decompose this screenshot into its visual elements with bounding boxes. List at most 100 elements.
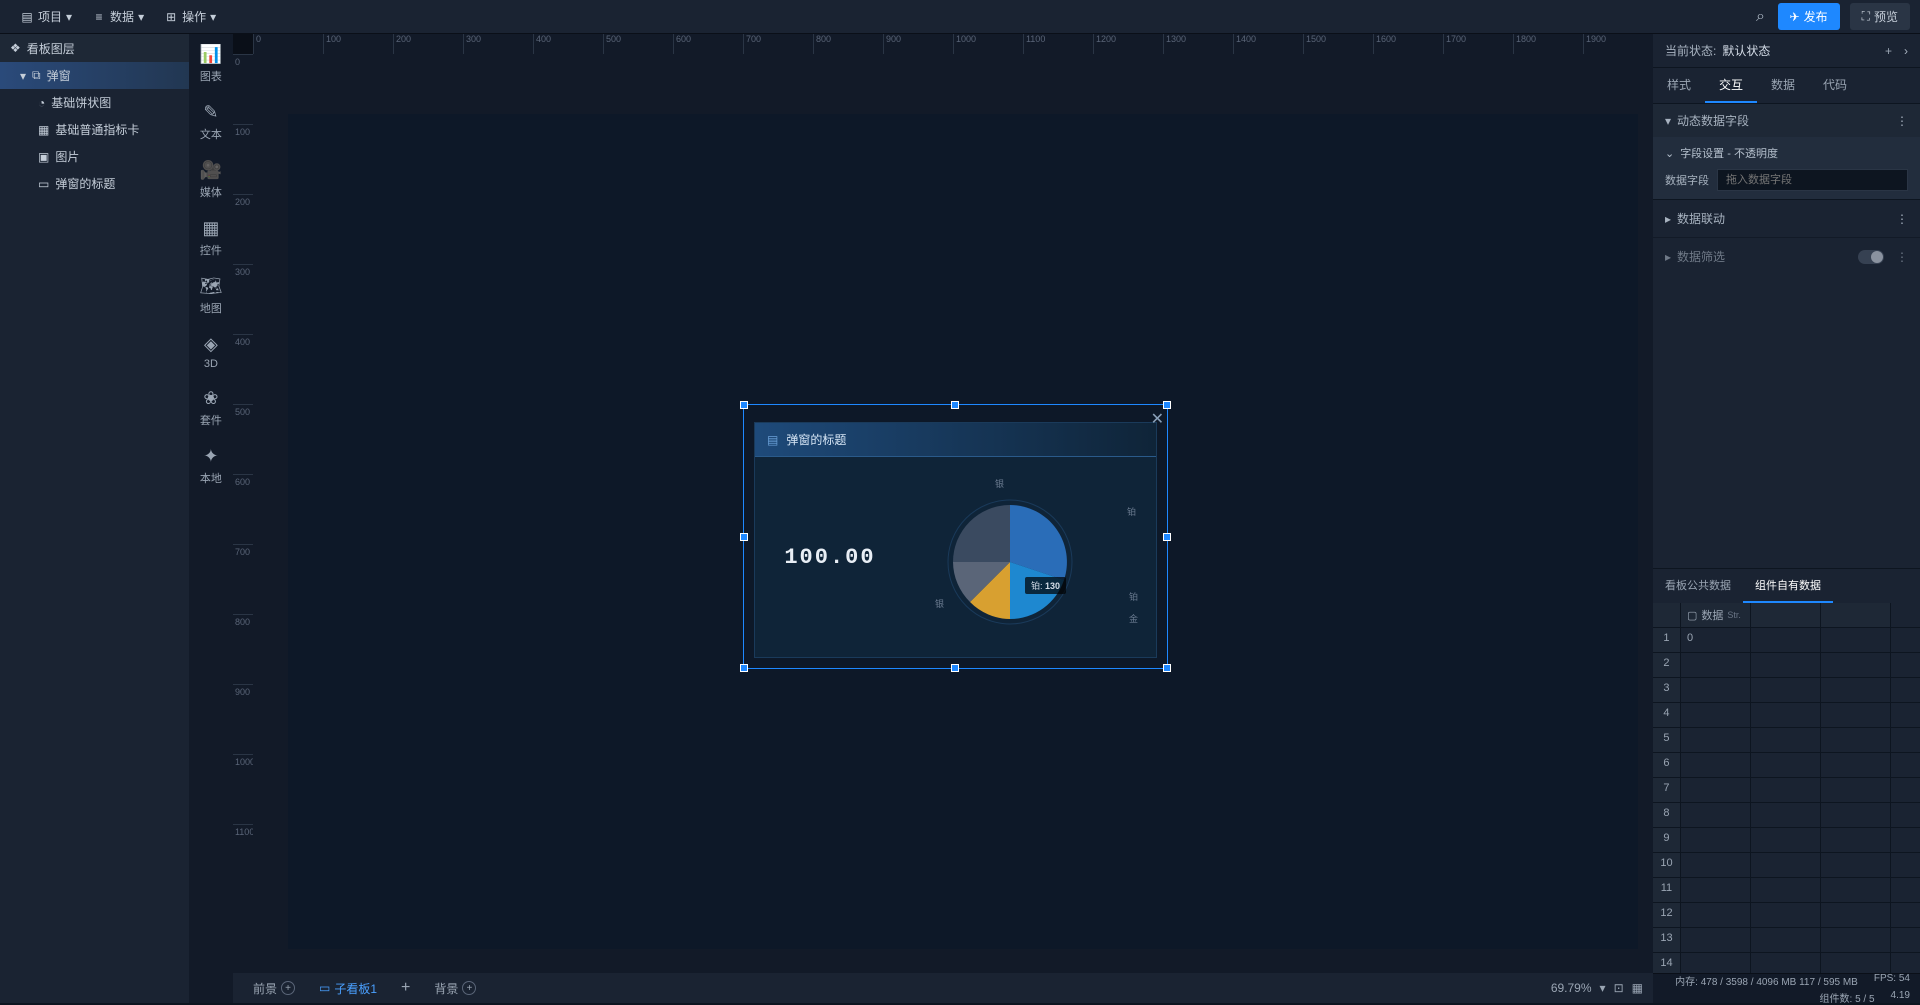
sub-section-opacity: ⌄ 字段设置 - 不透明度 数据字段 xyxy=(1653,137,1920,199)
resize-handle-nw[interactable] xyxy=(740,401,748,409)
tab-subboard[interactable]: ▭ 子看板1 xyxy=(309,976,387,1001)
pie-chart: 银 铂 铂 金 银 铂: 130 xyxy=(895,467,1146,647)
preview-button[interactable]: ⛶ 预览 xyxy=(1850,3,1910,30)
data-grid[interactable]: ▢ 数据 Str. 10234567891011121314 xyxy=(1653,603,1920,973)
grid-row[interactable]: 14 xyxy=(1653,953,1920,973)
section-data-filter[interactable]: ▸ 数据筛选 ⋮ xyxy=(1653,237,1920,275)
pie-label: 金 xyxy=(1129,612,1138,625)
popup-header: ▤ 弹窗的标题 xyxy=(755,423,1156,457)
grid-row[interactable]: 9 xyxy=(1653,828,1920,853)
publish-button[interactable]: ✈ 发布 xyxy=(1778,3,1840,30)
menu-data[interactable]: ≡ 数据 ▾ xyxy=(82,8,154,25)
selection-box[interactable]: ✕ ▤ 弹窗的标题 100.00 xyxy=(743,404,1168,669)
comp-local[interactable]: ✦本地 xyxy=(200,446,222,486)
tab-foreground[interactable]: 前景 + xyxy=(243,976,305,1001)
field-label: 数据字段 xyxy=(1665,172,1709,188)
popup-component: ✕ ▤ 弹窗的标题 100.00 xyxy=(754,422,1157,658)
menu-actions[interactable]: ⊞ 操作 ▾ xyxy=(154,8,226,25)
more-icon[interactable]: ⋮ xyxy=(1896,250,1908,264)
filter-toggle[interactable] xyxy=(1858,250,1884,264)
grid-row[interactable]: 7 xyxy=(1653,778,1920,803)
tab-code[interactable]: 代码 xyxy=(1809,68,1861,103)
comp-control[interactable]: ▦控件 xyxy=(200,218,222,258)
plus-icon[interactable]: + xyxy=(462,981,476,995)
comp-map[interactable]: 🗺地图 xyxy=(199,276,222,316)
stage[interactable]: ✕ ▤ 弹窗的标题 100.00 xyxy=(253,54,1653,1003)
memory-status: 内存: 478 / 3598 / 4096 MB 117 / 595 MB xyxy=(1675,973,1858,988)
grid-header-cell[interactable]: ▢ 数据 Str. xyxy=(1681,603,1751,627)
pie-label: 银 xyxy=(935,597,944,610)
chevron-down-icon: ▾ xyxy=(20,69,26,83)
grid-row[interactable]: 2 xyxy=(1653,653,1920,678)
grid-row[interactable]: 10 xyxy=(1653,853,1920,878)
grid-row[interactable]: 13 xyxy=(1653,928,1920,953)
tab-style[interactable]: 样式 xyxy=(1653,68,1705,103)
file-icon: ▤ xyxy=(20,10,34,24)
more-icon[interactable]: ⋮ xyxy=(1896,114,1908,128)
sub-header[interactable]: ⌄ 字段设置 - 不透明度 xyxy=(1665,145,1908,161)
section-data-link[interactable]: ▸ 数据联动 ⋮ xyxy=(1653,199,1920,237)
resize-handle-w[interactable] xyxy=(740,533,748,541)
grid-row[interactable]: 12 xyxy=(1653,903,1920,928)
tree-item-image[interactable]: ▣ 图片 xyxy=(0,143,189,170)
data-icon: ≡ xyxy=(92,10,106,24)
zoom-value: 69.79% xyxy=(1551,981,1592,995)
grid-row[interactable]: 11 xyxy=(1653,878,1920,903)
grid-row[interactable]: 8 xyxy=(1653,803,1920,828)
tree-item-indicator[interactable]: ▦ 基础普通指标卡 xyxy=(0,116,189,143)
pie-label: 铂 xyxy=(1129,590,1138,603)
comp-3d[interactable]: ◈3D xyxy=(204,334,218,370)
resize-handle-n[interactable] xyxy=(951,401,959,409)
property-tabs: 样式 交互 数据 代码 xyxy=(1653,68,1920,104)
fit-icon[interactable]: ⊡ xyxy=(1614,981,1624,995)
card-icon: ▦ xyxy=(38,123,49,137)
tree-item-popup[interactable]: ▾ ⧉ 弹窗 xyxy=(0,62,189,89)
layout-icon[interactable]: ▦ xyxy=(1632,981,1643,995)
grid-row[interactable]: 5 xyxy=(1653,728,1920,753)
comp-text[interactable]: ✎文本 xyxy=(200,102,222,142)
comp-kit[interactable]: ❀套件 xyxy=(200,388,222,428)
section-dynamic-data[interactable]: ▾ 动态数据字段 ⋮ xyxy=(1653,104,1920,137)
layers-icon: ❖ xyxy=(10,41,21,55)
grid-row[interactable]: 3 xyxy=(1653,678,1920,703)
chevron-right-icon[interactable]: › xyxy=(1904,44,1908,58)
chevron-right-icon: ▸ xyxy=(1665,250,1671,264)
grid-row[interactable]: 6 xyxy=(1653,753,1920,778)
grid-header-row: ▢ 数据 Str. xyxy=(1653,603,1920,628)
kit-icon: ❀ xyxy=(203,388,218,409)
chevron-down-icon: ▾ xyxy=(138,10,144,24)
grid-row[interactable]: 10 xyxy=(1653,628,1920,653)
pie-label: 银 xyxy=(995,477,1004,490)
data-field-input[interactable] xyxy=(1717,169,1908,191)
chevron-down-icon[interactable]: ▾ xyxy=(1600,981,1606,995)
ruler-horizontal: 0100200300400500600700800900100011001200… xyxy=(253,34,1653,54)
left-panel: ❖ 看板图层 ▾ ⧉ 弹窗 ◔ 基础饼状图 ▦ 基础普通指标卡 ▣ 图片 ▭ xyxy=(0,34,189,1003)
add-state-button[interactable]: + xyxy=(1885,44,1892,58)
resize-handle-e[interactable] xyxy=(1163,533,1171,541)
text-icon: ✎ xyxy=(203,102,218,123)
tree-item-title[interactable]: ▭ 弹窗的标题 xyxy=(0,170,189,197)
resize-handle-ne[interactable] xyxy=(1163,401,1171,409)
tab-public-data[interactable]: 看板公共数据 xyxy=(1653,569,1743,603)
tab-data[interactable]: 数据 xyxy=(1757,68,1809,103)
tab-interaction[interactable]: 交互 xyxy=(1705,68,1757,103)
comp-media[interactable]: 🎥媒体 xyxy=(200,160,222,200)
resize-handle-se[interactable] xyxy=(1163,664,1171,672)
tab-add[interactable]: + xyxy=(391,975,420,1001)
resize-handle-s[interactable] xyxy=(951,664,959,672)
status-bar: 内存: 478 / 3598 / 4096 MB 117 / 595 MB FP… xyxy=(1653,973,1920,1003)
chevron-down-icon: ⌄ xyxy=(1665,147,1674,160)
layers-header: ❖ 看板图层 xyxy=(0,34,189,62)
grid-row[interactable]: 4 xyxy=(1653,703,1920,728)
tab-component-data[interactable]: 组件自有数据 xyxy=(1743,569,1833,603)
more-icon[interactable]: ⋮ xyxy=(1896,212,1908,226)
comp-chart[interactable]: 📊图表 xyxy=(200,44,222,84)
menu-project[interactable]: ▤ 项目 ▾ xyxy=(10,8,82,25)
tab-background[interactable]: 背景 + xyxy=(424,976,486,1001)
tree-item-pie[interactable]: ◔ 基础饼状图 xyxy=(0,89,189,116)
bottom-tabs: 前景 + ▭ 子看板1 + 背景 + 69.79% ▾ ⊡ ▦ xyxy=(233,973,1653,1003)
search-icon[interactable]: ⌕ xyxy=(1754,10,1768,24)
resize-handle-sw[interactable] xyxy=(740,664,748,672)
plus-icon[interactable]: + xyxy=(281,981,295,995)
title-icon: ▤ xyxy=(767,433,778,447)
